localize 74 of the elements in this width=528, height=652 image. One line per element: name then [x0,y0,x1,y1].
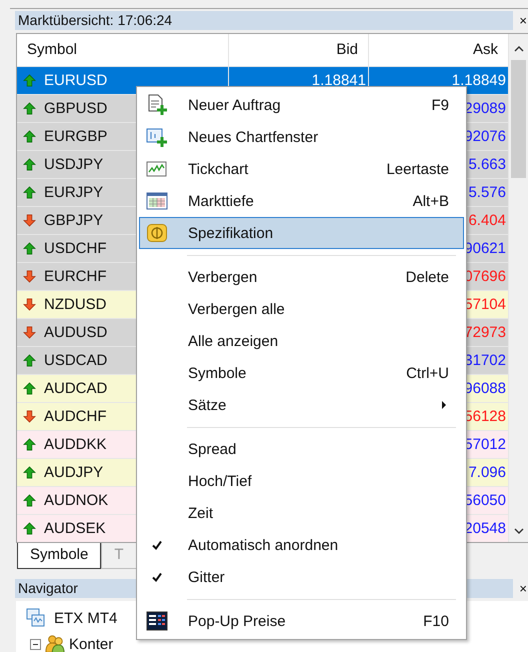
menu-item[interactable]: Pop-Up Preise F10 [139,605,464,637]
symbol-name: USDJPY [44,155,104,175]
ask-price: 5.663 [468,156,506,173]
symbol-name: EURUSD [44,71,108,91]
symbol-name: USDCAD [44,351,108,371]
symbol-name: EURCHF [44,267,106,287]
symbol-name: NZDUSD [44,295,106,315]
down-arrow-icon [23,298,36,311]
symbol-name: EURJPY [44,183,104,203]
menu-item[interactable]: Spread [139,433,464,465]
up-arrow-icon [23,354,36,367]
menu-item[interactable]: Alle anzeigen [139,325,464,357]
bid-price: 1.18841 [312,72,366,89]
symbol-name: USDCHF [44,239,106,259]
chart-plus-icon [146,126,168,148]
symbol-name: AUDUSD [44,323,108,343]
down-arrow-icon [23,326,36,339]
up-arrow-icon [23,74,36,87]
menu-item[interactable]: Symbole Ctrl+U [139,357,464,389]
up-arrow-icon [23,382,36,395]
symbol-name: GBPUSD [44,99,108,119]
up-arrow-icon [23,522,36,535]
table-icon [146,190,168,212]
dollar-coin-icon [146,222,168,244]
scroll-down-icon[interactable] [514,528,524,534]
symbol-name: AUDDKK [44,435,107,455]
down-arrow-icon [23,270,36,283]
symbol-name: AUDCHF [44,407,106,427]
tree-item[interactable]: Konter [69,636,114,652]
tree-item[interactable]: ETX MT4 [54,610,118,626]
symbol-name: AUDNOK [44,491,108,511]
close-button[interactable]: × [519,579,527,598]
menu-item[interactable]: Hoch/Tief [139,465,464,497]
close-button[interactable]: × [519,11,527,30]
up-arrow-icon [23,186,36,199]
down-arrow-icon [23,410,36,423]
menu-item[interactable]: Sätze [139,389,464,421]
down-arrow-icon [23,214,36,227]
menu-item[interactable]: Verbergen alle [139,293,464,325]
up-arrow-icon [23,130,36,143]
scroll-thumb[interactable] [511,60,526,178]
menu-item[interactable]: Verbergen Delete [139,261,464,293]
menu-item[interactable]: Tickchart Leertaste [139,153,464,185]
check-icon [151,571,163,583]
document-plus-icon [146,94,168,116]
symbol-name: AUDJPY [44,463,104,483]
tab[interactable]: Symbole [17,543,102,569]
ask-price: 7.096 [468,464,506,481]
ask-price: 6.404 [468,212,506,229]
up-arrow-icon [23,466,36,479]
menu-item[interactable]: Zeit [139,497,464,529]
panel-title: Marktübersicht: 17:06:24 [15,11,513,30]
people-icon [45,634,65,652]
symbol-name: EURGBP [44,127,108,147]
menu-item[interactable]: Spezifikation [139,217,464,249]
ask-price: 5.576 [468,184,506,201]
ask-price: 72973 [464,324,506,341]
menu-item[interactable]: Markttiefe Alt+B [139,185,464,217]
symbol-name: GBPJPY [44,211,104,231]
symbol-name: AUDSEK [44,519,106,539]
check-icon [151,539,163,551]
up-arrow-icon [23,158,36,171]
scroll-up-icon[interactable] [514,46,524,52]
up-arrow-icon [23,494,36,507]
symbol-name: AUDCAD [44,379,108,399]
scrollbar[interactable] [509,34,528,542]
menu-item[interactable]: Neues Chartfenster [139,121,464,153]
up-arrow-icon [23,438,36,451]
collapse-icon[interactable] [30,638,41,650]
price-window-icon [146,610,168,632]
up-arrow-icon [23,102,36,115]
up-arrow-icon [23,242,36,255]
terminal-icon [26,608,46,628]
ask-price: 1.18849 [452,72,506,89]
